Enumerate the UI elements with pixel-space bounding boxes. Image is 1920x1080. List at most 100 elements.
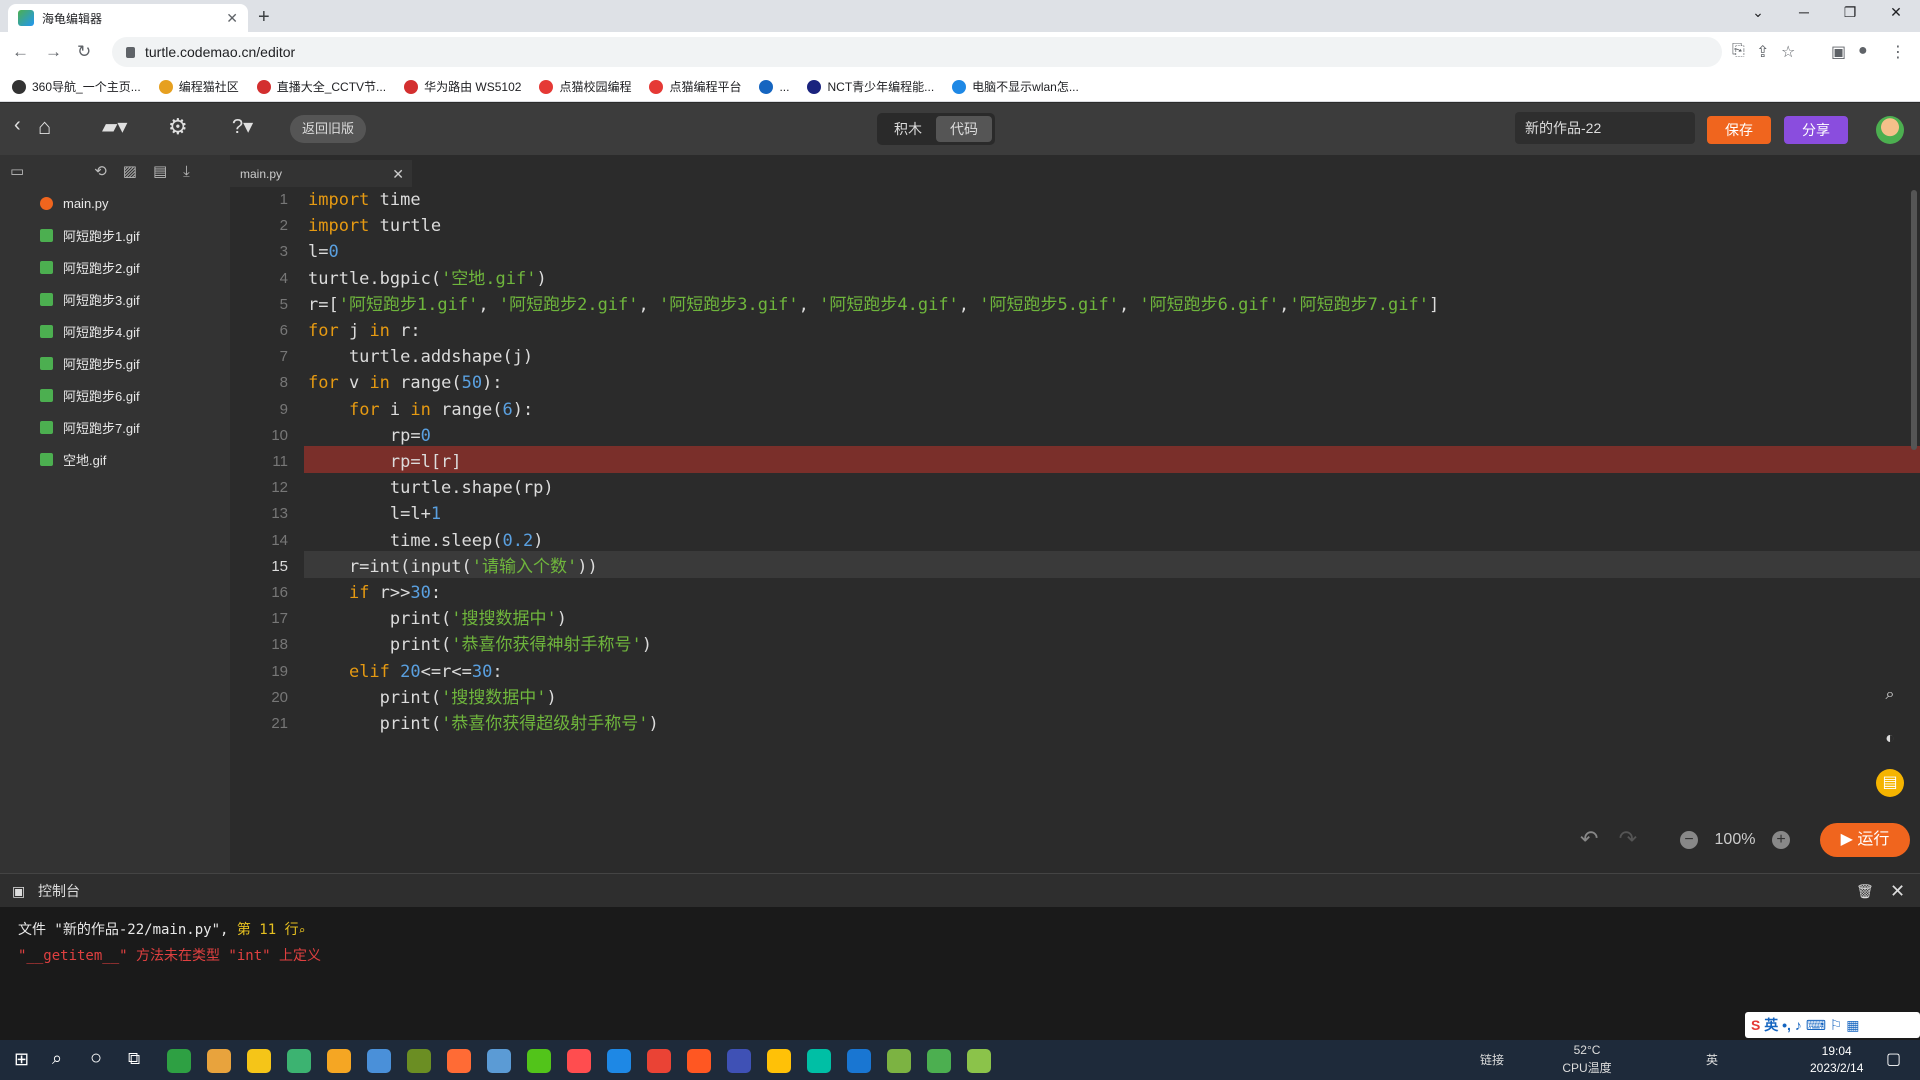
- redo-icon[interactable]: ↷: [1619, 826, 1637, 851]
- menu-icon[interactable]: ⋮: [1890, 42, 1906, 62]
- start-icon[interactable]: ⊞: [14, 1049, 29, 1070]
- download-icon[interactable]: ⤓: [183, 163, 190, 180]
- add-image-icon[interactable]: ▨: [123, 162, 137, 180]
- taskbar-app-icon[interactable]: [407, 1049, 431, 1073]
- notification-icon[interactable]: ▢: [1886, 1049, 1901, 1069]
- forward-icon[interactable]: →: [45, 42, 62, 62]
- profile-icon[interactable]: ●: [1858, 42, 1868, 60]
- code-line[interactable]: r=['阿短跑步1.gif', '阿短跑步2.gif', '阿短跑步3.gif'…: [308, 289, 1439, 321]
- close-editor-tab-icon[interactable]: ✕: [392, 160, 404, 188]
- taskbar-app-icon[interactable]: [367, 1049, 391, 1073]
- url-bar[interactable]: turtle.codemao.cn/editor: [112, 37, 1722, 67]
- gear-icon[interactable]: ⚙: [168, 114, 188, 140]
- taskbar-app-icon[interactable]: [767, 1049, 791, 1073]
- file-item[interactable]: 空地.gif: [0, 443, 230, 475]
- taskbar-app-icon[interactable]: [967, 1049, 991, 1073]
- ime-indicator[interactable]: 英: [1702, 1051, 1722, 1068]
- side-panel-icon[interactable]: ▣: [1831, 42, 1846, 62]
- file-item[interactable]: 阿短跑步3.gif: [0, 283, 230, 315]
- taskbar-app-icon[interactable]: [527, 1049, 551, 1073]
- file-item[interactable]: 阿短跑步7.gif: [0, 411, 230, 443]
- taskbar-app-icon[interactable]: [567, 1049, 591, 1073]
- taskbar-app-icon[interactable]: [647, 1049, 671, 1073]
- tab-search-icon[interactable]: ⌄: [1738, 4, 1778, 21]
- bookmark-item[interactable]: 直播大全_CCTV节...: [256, 78, 386, 95]
- taskbar-app-icon[interactable]: [287, 1049, 311, 1073]
- undo-icon[interactable]: ↶: [1580, 826, 1598, 851]
- taskbar-app-icon[interactable]: [447, 1049, 471, 1073]
- close-tab-icon[interactable]: ✕: [226, 10, 238, 27]
- share-button[interactable]: 分享: [1784, 116, 1848, 144]
- file-item[interactable]: 阿短跑步4.gif: [0, 315, 230, 347]
- taskbar-app-icon[interactable]: [687, 1049, 711, 1073]
- bookmark-item[interactable]: 360导航_一个主页...: [12, 78, 141, 95]
- home-icon[interactable]: ⌂: [38, 114, 51, 140]
- file-item[interactable]: main.py: [0, 187, 230, 219]
- file-item[interactable]: 阿短跑步6.gif: [0, 379, 230, 411]
- code-line[interactable]: print('恭喜你获得超级射手称号'): [308, 708, 659, 740]
- editor-scrollbar[interactable]: [1911, 190, 1917, 450]
- restore-button[interactable]: ❐: [1830, 4, 1870, 21]
- taskbar-app-icon[interactable]: [727, 1049, 751, 1073]
- new-tab-button[interactable]: +: [258, 6, 270, 29]
- project-name-input[interactable]: 新的作品-22: [1515, 112, 1695, 144]
- clear-console-icon[interactable]: 🗑: [1856, 874, 1874, 908]
- taskbar-app-icon[interactable]: [247, 1049, 271, 1073]
- collapse-sidebar-icon[interactable]: ▭: [10, 162, 24, 180]
- bookmark-item[interactable]: 点猫校园编程: [539, 78, 631, 95]
- close-console-icon[interactable]: ✕: [1890, 874, 1905, 908]
- save-button[interactable]: 保存: [1707, 116, 1771, 144]
- file-item[interactable]: 阿短跑步2.gif: [0, 251, 230, 283]
- editor-tab-main[interactable]: main.py ✕: [230, 160, 412, 188]
- back-arrow-icon[interactable]: ‹: [14, 114, 21, 137]
- taskbar-app-icon[interactable]: [927, 1049, 951, 1073]
- back-icon[interactable]: ←: [12, 42, 29, 62]
- taskbar-app-icon[interactable]: [847, 1049, 871, 1073]
- taskbar-app-icon[interactable]: [207, 1049, 231, 1073]
- bookmark-item[interactable]: 编程猫社区: [158, 78, 239, 95]
- avatar[interactable]: [1876, 116, 1904, 144]
- help-icon[interactable]: ?▾: [232, 114, 253, 139]
- mode-code-button[interactable]: 代码: [936, 116, 992, 142]
- taskbar-app-icon[interactable]: [887, 1049, 911, 1073]
- taskbar-app-icon[interactable]: [807, 1049, 831, 1073]
- taskbar-app-icon[interactable]: [607, 1049, 631, 1073]
- bookmark-item[interactable]: NCT青少年编程能...: [807, 78, 934, 95]
- folder-icon[interactable]: ▰▾: [102, 114, 127, 139]
- bookmark-item[interactable]: 电脑不显示wlan怎...: [952, 78, 1079, 95]
- search-taskbar-icon[interactable]: ⌕: [52, 1048, 62, 1069]
- minimize-button[interactable]: ─: [1784, 4, 1824, 20]
- bookmark-star-icon[interactable]: ☆: [1781, 42, 1795, 62]
- file-item[interactable]: 阿短跑步1.gif: [0, 219, 230, 251]
- theme-palette-icon[interactable]: ◐: [1876, 725, 1904, 753]
- back-to-old-version-button[interactable]: 返回旧版: [290, 115, 367, 143]
- taskbar-app-icon[interactable]: [167, 1049, 191, 1073]
- bookmark-item[interactable]: 点猫编程平台: [649, 78, 741, 95]
- line-number[interactable]: 21: [230, 708, 288, 740]
- new-folder-icon[interactable]: ▤: [153, 162, 167, 180]
- code-editor[interactable]: 1 import time 2 import turtle 3 l=0 4 turtle.bg…: [230, 187, 1920, 873]
- sogou-ime-bar[interactable]: S 英 •, ♪ ⌨ ⚐ ▦: [1745, 1012, 1920, 1038]
- new-file-icon[interactable]: ⟲: [94, 162, 107, 180]
- error-line-link[interactable]: 第 11 行: [237, 922, 299, 938]
- feedback-icon[interactable]: ▤: [1876, 769, 1904, 797]
- clock[interactable]: 19:04 2023/2/14: [1810, 1043, 1863, 1077]
- taskbar-app-icon[interactable]: [327, 1049, 351, 1073]
- zoom-in-icon[interactable]: +: [1771, 831, 1790, 849]
- install-icon[interactable]: ⎘: [1732, 42, 1745, 60]
- reload-icon[interactable]: ↻: [77, 42, 91, 62]
- search-error-icon[interactable]: ⌕: [299, 924, 306, 937]
- browser-tab[interactable]: 海龟编辑器 ✕: [8, 4, 248, 32]
- run-button[interactable]: ▶ 运行: [1820, 823, 1910, 857]
- bookmark-item[interactable]: ...: [759, 79, 789, 94]
- bookmark-item[interactable]: 华为路由 WS5102: [404, 78, 521, 95]
- taskbar-app-icon[interactable]: [487, 1049, 511, 1073]
- mode-blocks-button[interactable]: 积木: [880, 116, 936, 142]
- close-window-button[interactable]: ✕: [1876, 4, 1916, 21]
- cortana-icon[interactable]: ○: [90, 1047, 102, 1070]
- share-page-icon[interactable]: ⇪: [1756, 42, 1769, 62]
- file-item[interactable]: 阿短跑步5.gif: [0, 347, 230, 379]
- zoom-out-icon[interactable]: −: [1680, 831, 1698, 849]
- task-view-icon[interactable]: ⧉: [128, 1049, 140, 1069]
- search-icon[interactable]: ⌕: [1876, 681, 1904, 709]
